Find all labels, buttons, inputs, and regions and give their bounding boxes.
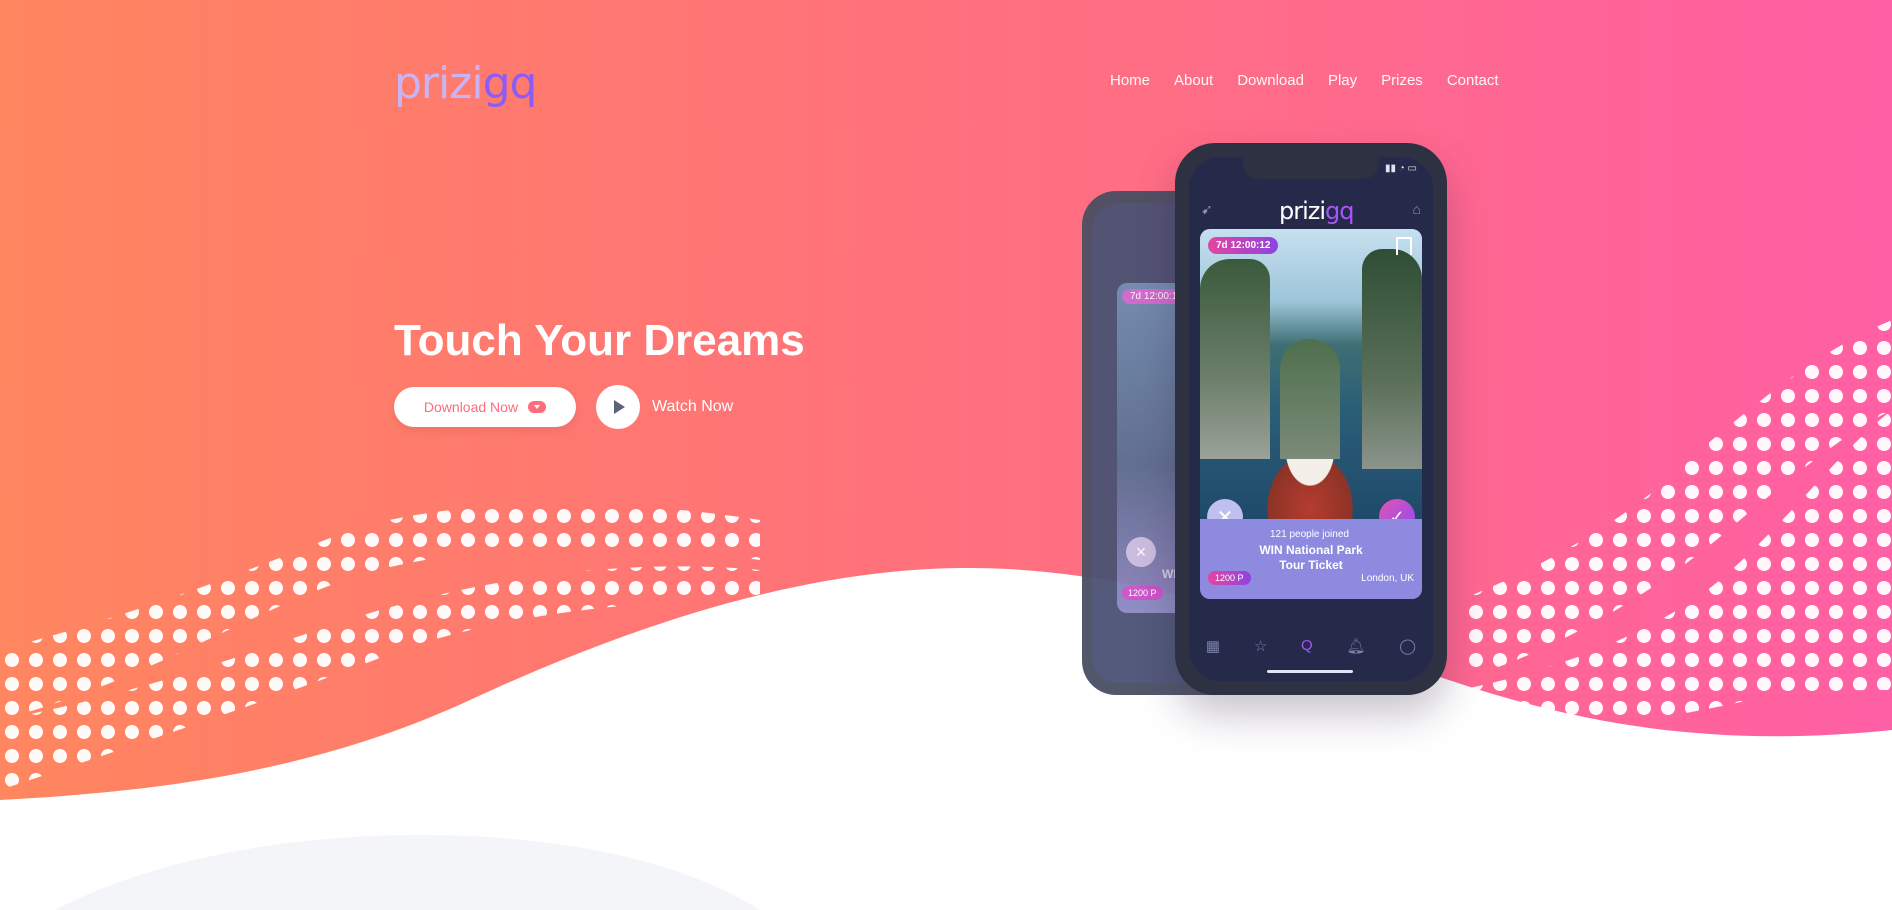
bookmark-icon[interactable] <box>1396 237 1412 255</box>
prize-card[interactable]: 7d 12:00:12 ✕ ✓ 121 people joined WIN Na… <box>1200 229 1422 599</box>
prize-photo <box>1200 229 1422 519</box>
download-now-label: Download Now <box>423 399 519 415</box>
home-icon[interactable]: ⌂ <box>1413 201 1421 217</box>
decorative-waves <box>0 320 1892 910</box>
app-logo-text-1: prizi <box>1279 197 1326 225</box>
prize-title-line1: WIN National Park <box>1259 543 1363 557</box>
prize-info: 121 people joined WIN National Park Tour… <box>1200 519 1422 599</box>
watch-now-link[interactable]: Watch Now <box>652 398 733 416</box>
main-nav: Home About Download Play Prizes Contact <box>1110 72 1499 89</box>
cost-badge: 1200 P <box>1208 571 1251 585</box>
app-logo: prizigq <box>1279 197 1355 225</box>
download-now-button[interactable]: Download Now <box>394 387 576 427</box>
home-indicator <box>1267 670 1353 673</box>
photo-rock-left <box>1200 259 1270 459</box>
timer-badge: 7d 12:00:12 <box>1208 237 1279 254</box>
site-logo[interactable]: prizigq <box>394 58 538 109</box>
nav-contact[interactable]: Contact <box>1447 72 1499 89</box>
logo-text-1: prizi <box>394 58 484 109</box>
grid-icon[interactable]: ▦ <box>1206 637 1220 655</box>
prize-title: WIN National Park Tour Ticket <box>1200 543 1422 573</box>
search-icon[interactable]: Q <box>1301 637 1313 655</box>
nav-home[interactable]: Home <box>1110 72 1150 89</box>
status-icons: ▮▮ ◔ ▭ <box>1384 163 1417 174</box>
joined-count: 121 people joined <box>1270 529 1349 540</box>
nav-play[interactable]: Play <box>1328 72 1357 89</box>
app-tabbar: ▦ ☆ Q 🔔︎ ◯ <box>1189 637 1433 655</box>
location-text: London, UK <box>1361 573 1414 584</box>
nav-download[interactable]: Download <box>1237 72 1304 89</box>
play-icon[interactable] <box>596 385 640 429</box>
user-icon[interactable]: ◯ <box>1399 637 1416 655</box>
rocket-icon[interactable]: ➹ <box>1201 201 1213 218</box>
phone-front-screen: ▮▮ ◔ ▭ ➹ prizigq ⌂ 7d 12:00:12 ✕ ✓ 121 p… <box>1189 157 1433 681</box>
star-icon[interactable]: ☆ <box>1254 637 1267 655</box>
hero-headline: Touch Your Dreams <box>394 316 805 365</box>
photo-rock-middle <box>1280 339 1340 459</box>
logo-text-2: gq <box>482 58 538 109</box>
phone-back-close-icon: × <box>1126 537 1156 567</box>
nav-about[interactable]: About <box>1174 72 1213 89</box>
phone-notch <box>1243 157 1379 179</box>
phone-back-cost: 1200 P <box>1122 586 1163 600</box>
app-logo-text-2: gq <box>1325 197 1354 225</box>
cloud-download-icon <box>528 401 547 413</box>
photo-rock-right <box>1362 249 1422 469</box>
bell-icon[interactable]: 🔔︎ <box>1346 637 1365 655</box>
nav-prizes[interactable]: Prizes <box>1381 72 1423 89</box>
phone-mockup-front: ▮▮ ◔ ▭ ➹ prizigq ⌂ 7d 12:00:12 ✕ ✓ 121 p… <box>1175 143 1447 695</box>
